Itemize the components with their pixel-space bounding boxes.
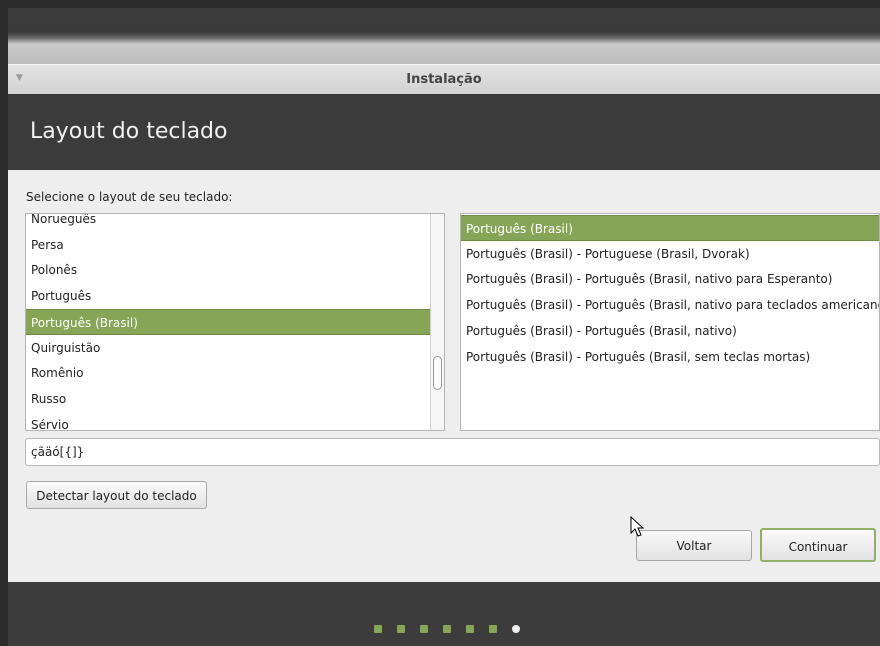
variant-list-item[interactable]: Português (Brasil): [461, 215, 879, 241]
progress-dot: [420, 625, 428, 633]
continue-button[interactable]: Continuar: [760, 528, 876, 562]
back-button[interactable]: Voltar: [636, 530, 752, 561]
variant-list-item[interactable]: Português (Brasil) - Português (Brasil, …: [461, 318, 879, 344]
progress-dot: [512, 625, 520, 633]
variant-list-item[interactable]: Português (Brasil) - Portuguese (Brasil,…: [461, 241, 879, 267]
variant-list-item[interactable]: Português (Brasil) - Português (Brasil, …: [461, 292, 879, 318]
progress-dot: [489, 625, 497, 633]
top-panel: [8, 8, 880, 64]
keyboard-test-input[interactable]: [25, 438, 880, 466]
progress-dot: [374, 625, 382, 633]
page-title: Layout do teclado: [30, 119, 228, 144]
variant-list-item[interactable]: Português (Brasil) - Português (Brasil, …: [461, 344, 879, 370]
detect-layout-button[interactable]: Detectar layout do teclado: [26, 481, 207, 509]
layout-list-item[interactable]: Persa: [26, 232, 431, 258]
layout-list-item[interactable]: Sérvio: [26, 412, 431, 430]
progress-footer: [8, 582, 880, 646]
progress-dot: [397, 625, 405, 633]
window-titlebar: ▼ Instalação: [8, 64, 880, 94]
layout-list-scrollbar[interactable]: [430, 214, 444, 430]
variant-list[interactable]: Português (Brasil) - Português (Brasil, …: [460, 213, 880, 431]
variant-list-item[interactable]: Português (Brasil) - Português (Brasil, …: [461, 266, 879, 292]
progress-dot: [443, 625, 451, 633]
layout-list-scroll-thumb[interactable]: [433, 356, 442, 390]
layout-list-item[interactable]: Norueguês: [26, 214, 431, 232]
layout-list-item[interactable]: Polonês: [26, 257, 431, 283]
window-title: Instalação: [406, 72, 482, 87]
layout-list-item[interactable]: Português (Brasil): [26, 308, 431, 335]
progress-dot: [466, 625, 474, 633]
mouse-pointer-icon: [630, 516, 645, 537]
progress-dots: [374, 625, 520, 633]
layout-list-item[interactable]: Quirguistão: [26, 335, 431, 361]
layout-list-item[interactable]: Russo: [26, 386, 431, 412]
page-header: Layout do teclado: [8, 94, 880, 170]
layout-list-item[interactable]: Romênio: [26, 360, 431, 386]
layout-prompt: Selecione o layout de seu teclado:: [26, 190, 233, 204]
layout-list[interactable]: Sérvio Russo Romênio Quirguistão Português (…: [25, 213, 445, 431]
layout-list-item[interactable]: Português: [26, 283, 431, 309]
content-area: Selecione o layout de seu teclado: Sérvi…: [8, 170, 880, 582]
